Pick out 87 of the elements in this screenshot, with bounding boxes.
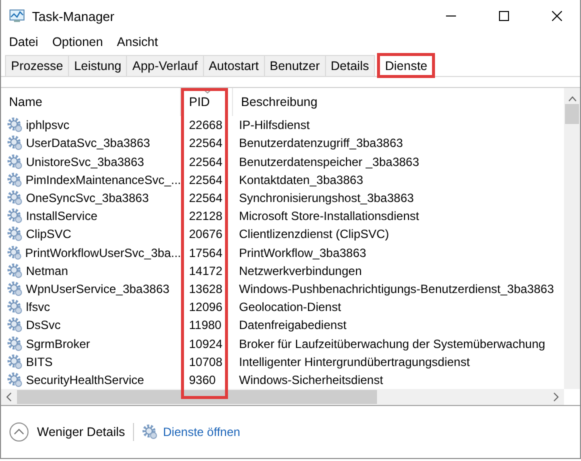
column-header[interactable]: Beschreibung	[233, 88, 564, 116]
description-cell-text: Intelligenter Hintergrundübertragungsdienst	[238, 354, 471, 369]
service-name: DsSvc	[26, 318, 61, 332]
pid-cell-text: 22564	[188, 190, 224, 205]
menu-item[interactable]: Ansicht	[116, 35, 158, 49]
service-name: BITS	[26, 354, 53, 369]
service-name: SgrmBroker	[26, 336, 90, 351]
gear-icon	[7, 262, 23, 279]
gear-icon	[7, 280, 23, 297]
description-cell-text: Geolocation-Dienst	[238, 300, 342, 314]
pid-cell-text: 11980	[188, 318, 222, 332]
pid-cell-text: 9360	[188, 372, 217, 387]
gear-icon	[7, 208, 23, 224]
description-cell-text: Benutzerdatenzugriff_3ba3863	[238, 136, 404, 150]
app-icon	[9, 9, 25, 23]
service-name: iphlpsvc	[26, 118, 70, 132]
close-icon	[552, 11, 562, 21]
gear-icon	[7, 299, 23, 316]
service-name: PrintWorkflowUserSvc_3ba...	[25, 246, 181, 260]
service-name: ClipSVC	[26, 227, 72, 242]
tab[interactable]: Benutzer	[264, 55, 326, 76]
pid-cell-text: 22564	[188, 136, 224, 150]
service-name: Netman	[26, 264, 68, 278]
pid-cell-text: 10924	[188, 336, 224, 351]
tab[interactable]: App-Verlauf	[126, 55, 204, 76]
description-cell-text: Benutzerdatenspeicher _3ba3863	[238, 154, 420, 168]
description-cell-text: Kontaktdaten_3ba3863	[238, 172, 364, 187]
gear-icon	[7, 244, 22, 261]
gear-icon	[7, 172, 23, 188]
service-name: lfsvc	[26, 300, 50, 314]
scroll-thumb[interactable]	[17, 390, 377, 404]
service-name: UnistoreSvc_3ba3863	[26, 154, 144, 168]
tab[interactable]: Dienste	[378, 54, 434, 77]
pid-cell-text: 22564	[188, 172, 224, 187]
gear-icon	[7, 226, 23, 242]
menu-item[interactable]: Datei	[9, 35, 38, 49]
gear-icon	[7, 135, 23, 152]
description-cell-text: Synchronisierungshost_3ba3863	[238, 190, 415, 205]
description-cell-text: Microsoft Store-Installationsdienst	[238, 209, 420, 224]
window-title: Task-Manager	[32, 8, 116, 24]
pid-cell-text: 20676	[188, 227, 224, 242]
service-name: OneSyncSvc_3ba3863	[26, 190, 149, 205]
fewer-details-button[interactable]: Weniger Details	[9, 422, 126, 442]
description-cell-text: Netzwerkverbindungen	[238, 264, 363, 278]
gear-icon	[142, 424, 158, 440]
service-name: InstallService	[26, 209, 98, 224]
tab[interactable]: Leistung	[68, 55, 128, 76]
gear-icon	[7, 190, 23, 206]
service-name: WpnUserService_3ba3863	[26, 282, 170, 296]
description-cell-text: Windows-Sicherheitsdienst	[238, 372, 384, 387]
open-services-link[interactable]: Dienste öffnen	[142, 424, 240, 440]
gear-icon	[7, 154, 23, 170]
pid-cell-text: 17564	[188, 246, 224, 260]
service-name: UserDataSvc_3ba3863	[26, 136, 150, 150]
pid-cell-text: 14172	[188, 264, 224, 278]
horizontal-scrollbar[interactable]	[1, 389, 564, 405]
menu-item[interactable]: Optionen	[52, 35, 103, 49]
pid-cell-text: 10708	[188, 354, 224, 369]
sort-caret-icon	[203, 88, 212, 94]
maximize-icon	[499, 11, 509, 21]
description-cell-text: Datenfreigabedienst	[238, 318, 348, 332]
description-cell-text: Broker für Laufzeitüberwachung der Systemüberwachung	[238, 336, 546, 351]
pid-cell-text: 12096	[188, 300, 224, 314]
pid-cell-text: 22128	[188, 209, 224, 224]
collapse-icon	[9, 422, 29, 442]
description-cell-text: Windows-Pushbenachrichtigungs-Benutzerdienst_3ba3863	[238, 282, 555, 296]
pid-cell-text: 22564	[188, 154, 224, 168]
scroll-thumb[interactable]	[565, 104, 579, 124]
gear-icon	[7, 354, 23, 370]
scroll-up-icon[interactable]	[568, 96, 576, 102]
service-name: PimIndexMaintenanceSvc_...	[26, 172, 181, 187]
pid-cell-text: 22668	[188, 118, 224, 132]
gear-icon	[7, 117, 23, 134]
gear-icon	[7, 372, 23, 388]
tab[interactable]: Details	[324, 55, 375, 76]
pid-cell-text: 13628	[188, 282, 224, 296]
gear-icon	[7, 336, 23, 352]
gear-icon	[7, 317, 23, 334]
description-cell-text: IP-Hilfsdienst	[238, 118, 311, 132]
description-cell-text: Clientlizenzdienst (ClipSVC)	[238, 227, 390, 242]
tab[interactable]: Prozesse	[5, 55, 70, 76]
description-cell-text: PrintWorkflow_3ba3863	[238, 246, 368, 260]
column-header[interactable]: PID	[181, 88, 233, 116]
service-name: SecurityHealthService	[26, 372, 144, 387]
vertical-scrollbar[interactable]	[564, 88, 580, 389]
tab[interactable]: Autostart	[202, 55, 265, 76]
column-header[interactable]: Name	[1, 88, 181, 116]
